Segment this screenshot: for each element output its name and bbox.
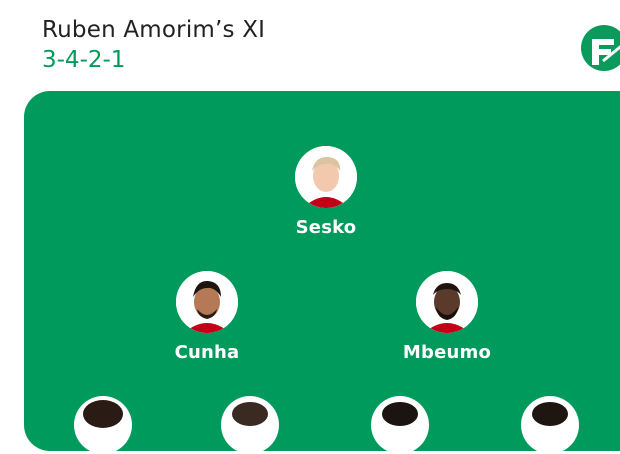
- lineup-title: Ruben Amorim’s XI: [42, 17, 266, 43]
- player-card-am-left[interactable]: Cunha: [137, 271, 277, 363]
- lineup-header: Ruben Amorim’s XI 3-4-2-1: [42, 14, 265, 74]
- player-avatar[interactable]: [74, 396, 132, 454]
- player-card-am-right[interactable]: Mbeumo: [377, 271, 517, 363]
- footballco-logo-icon: [581, 25, 620, 71]
- player-avatar[interactable]: [221, 396, 279, 454]
- player-avatar[interactable]: [371, 396, 429, 454]
- player-card-striker[interactable]: Sesko: [256, 146, 396, 238]
- player-avatar: [176, 271, 238, 333]
- player-avatar: [295, 146, 357, 208]
- pitch: Sesko Cunha Mbeumo: [24, 91, 620, 454]
- player-avatar: [416, 271, 478, 333]
- player-name: Cunha: [174, 342, 240, 363]
- player-name: Sesko: [295, 217, 357, 238]
- formation-label: 3-4-2-1: [42, 47, 126, 73]
- player-avatar[interactable]: [521, 396, 579, 454]
- player-name: Mbeumo: [402, 342, 492, 363]
